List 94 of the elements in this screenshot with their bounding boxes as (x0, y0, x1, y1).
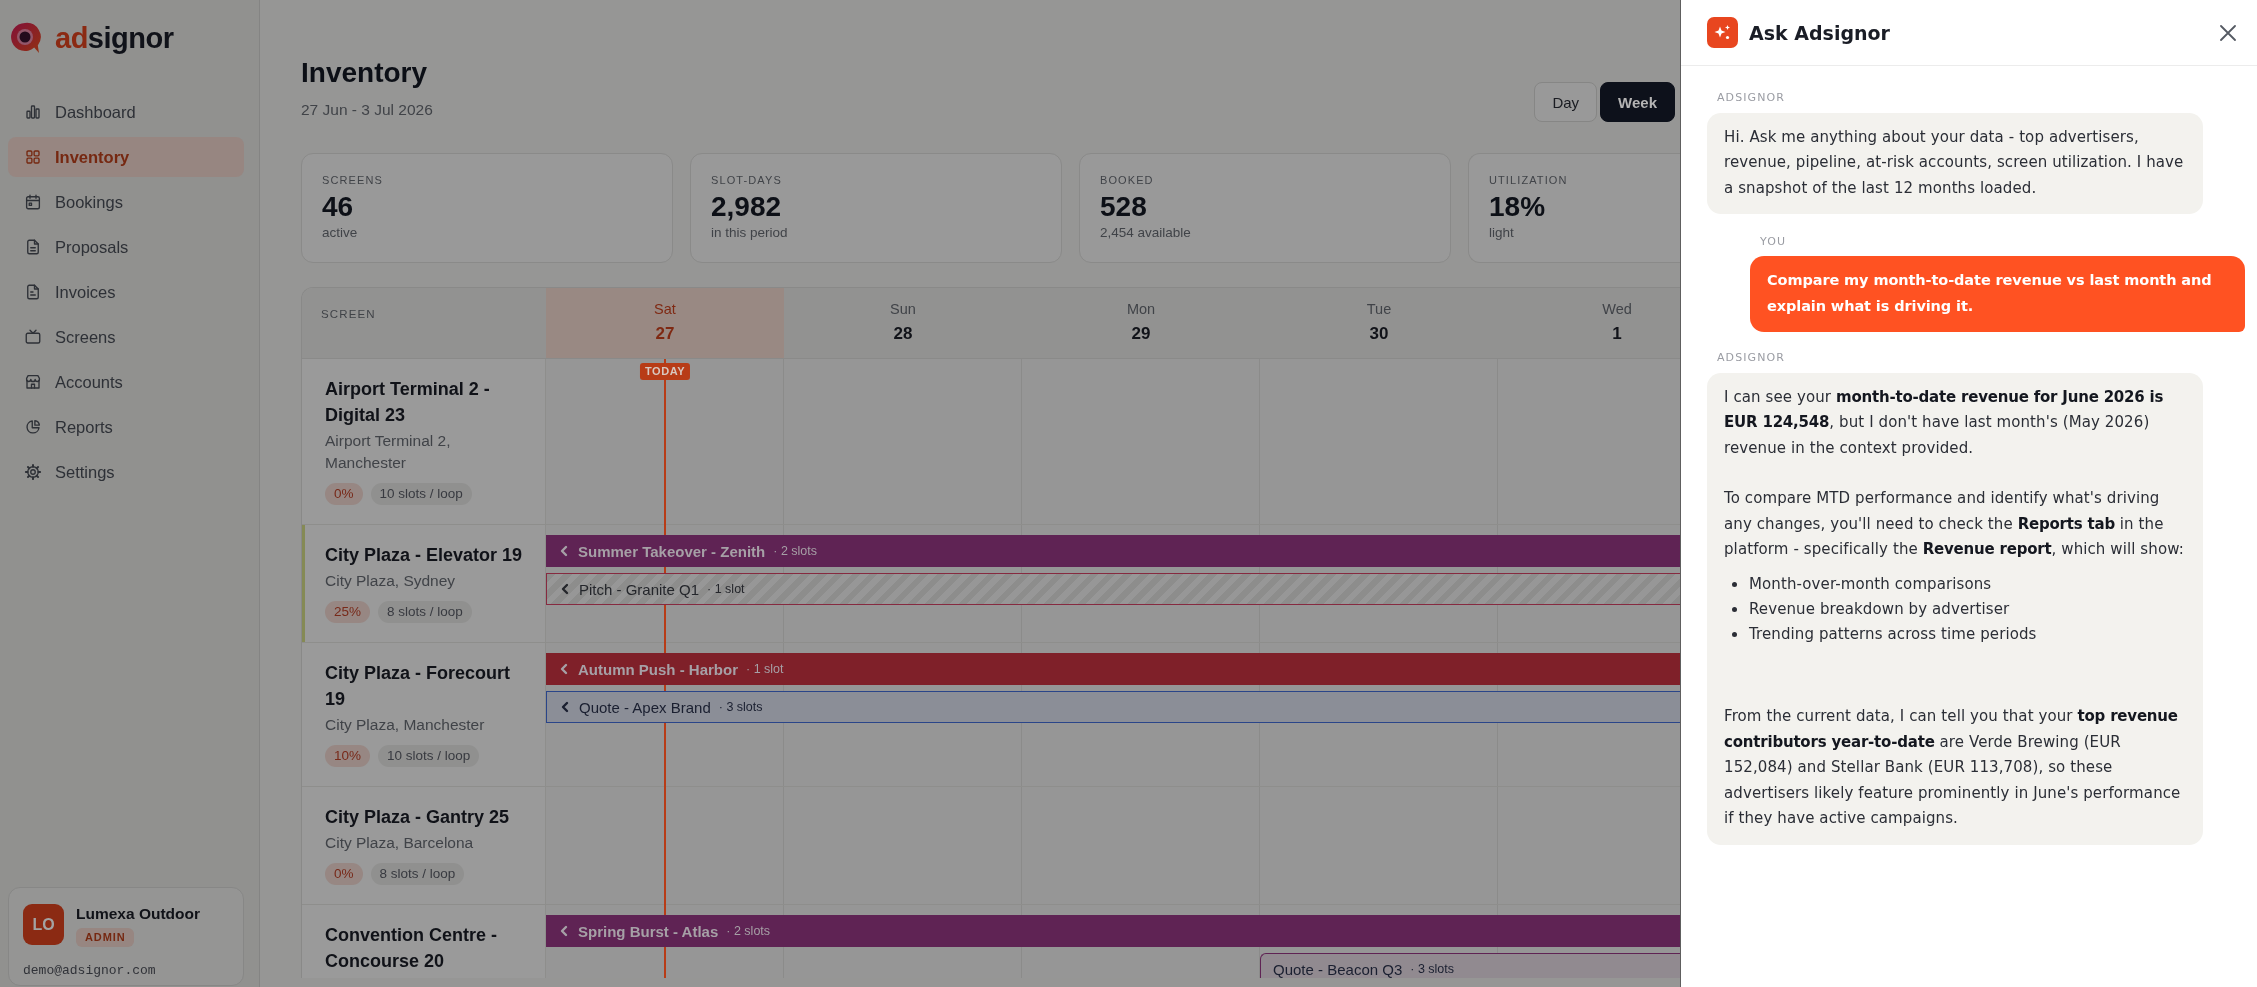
panel-title: Ask Adsignor (1749, 21, 1891, 44)
stat-label: SLOT-DAYS (711, 173, 782, 187)
day-header: Sat 27 (546, 288, 784, 358)
tv-icon (24, 328, 42, 346)
logo-icon (10, 22, 42, 54)
day-header: Wed 1 (1601, 300, 1633, 345)
chevron-left-icon (559, 583, 571, 595)
stat-label: BOOKED (1100, 173, 1154, 187)
capacity-badge: 10 slots / loop (370, 483, 472, 505)
bullet-icon (1732, 582, 1737, 588)
sparkle-icon (1707, 17, 1738, 48)
booking-bar[interactable]: Spring Burst - Atlas · 2 slots (546, 915, 1680, 947)
view-toggle-button[interactable]: Week (1600, 82, 1675, 122)
document-lines-icon (24, 283, 42, 301)
quote-bar[interactable]: Quote - Beacon Q3 · 3 slots (1260, 953, 1680, 978)
stat-note: light (1489, 224, 1514, 241)
stat-note: 2,454 available (1100, 224, 1191, 241)
screen-cell[interactable]: City Plaza - Elevator 19 City Plaza, Sydney 25% 8 slots / loop (302, 525, 546, 642)
proposal-bar[interactable]: Pitch - Granite Q1 · 1 slot (546, 573, 1680, 605)
message-text: Hi. Ask me anything about your data - top advertisers, revenue, pipeline, at-risk accounts, screen utilization. I have a snapshot of the last 12 months loaded. (1724, 127, 2185, 199)
nav-item[interactable]: Accounts (8, 362, 244, 402)
chevron-left-icon (558, 545, 570, 557)
message-text: To compare MTD performance and identify what's driving any changes, you'll need to check the Reports tab in the platform - specifically the Revenue report, which will show: (1724, 488, 2185, 561)
nav-item[interactable]: Reports (8, 407, 244, 447)
screen-name: City Plaza - Forecourt 19 (325, 662, 512, 711)
date-range: 27 Jun - 3 Jul 2026 (301, 100, 433, 120)
account-email: demo@adsignor.com (23, 963, 157, 979)
settings-icon (24, 463, 42, 481)
account-name: Lumexa Outdoor (76, 905, 200, 923)
close-icon[interactable] (2220, 24, 2236, 41)
bar-chart-icon (24, 103, 42, 121)
bullet-icon (1732, 607, 1737, 613)
nav-item[interactable]: Proposals (8, 227, 244, 267)
stat-label: SCREENS (322, 173, 383, 187)
view-toggle-button[interactable]: Day (1534, 82, 1598, 122)
page-title: Inventory (301, 56, 429, 90)
list-item-text: Trending patterns across time periods (1749, 624, 2037, 646)
screen-location: City Plaza, Manchester (325, 715, 485, 735)
message-text: I can see your month-to-date revenue for June 2026 is EUR 124,548, but I don't have last month's (May 2026) revenue in the context provided. (1724, 387, 2165, 459)
nav-item[interactable]: Invoices (8, 272, 244, 312)
day-header: Sun 28 (889, 300, 917, 345)
stat-note: in this period (711, 224, 788, 241)
sender-label: YOU (1760, 235, 1787, 250)
day-header: Mon 29 (1125, 300, 1157, 345)
avatar: LO (23, 904, 64, 945)
stat-label: UTILIZATION (1489, 173, 1568, 187)
stat-note: active (322, 224, 358, 241)
booking-bar[interactable]: Autumn Push - Harbor · 1 slot (546, 653, 1680, 685)
screen-location: City Plaza, Sydney (325, 571, 456, 591)
store-icon (24, 373, 42, 391)
capacity-badge: 8 slots / loop (370, 863, 465, 885)
bullet-icon (1732, 632, 1737, 638)
sender-label: ADSIGNOR (1717, 351, 1786, 366)
screen-location: Airport Terminal 2, Manchester (325, 431, 452, 473)
screen-name: City Plaza - Elevator 19 (325, 544, 523, 567)
capacity-badge: 10 slots / loop (378, 745, 480, 767)
screen-name: Convention Centre - Concourse 20 (325, 924, 498, 973)
calendar-icon (24, 193, 42, 211)
role-badge: ADMIN (76, 928, 135, 947)
list-item-text: Month-over-month comparisons (1749, 574, 1992, 596)
screen-name: City Plaza - Gantry 25 (325, 806, 510, 829)
nav-item[interactable]: Settings (8, 452, 244, 492)
message-text: Compare my month-to-date revenue vs last month and explain what is driving it. (1767, 271, 2213, 316)
grid-icon (24, 148, 42, 166)
sender-label: ADSIGNOR (1717, 91, 1786, 105)
list-item-text: Revenue breakdown by advertiser (1749, 599, 2010, 621)
column-header: SCREEN (321, 308, 376, 320)
document-icon (24, 238, 42, 256)
nav-item[interactable]: Dashboard (8, 92, 244, 132)
nav-item[interactable]: Screens (8, 317, 244, 357)
utilization-badge: 0% (325, 863, 363, 885)
screen-location: City Plaza, Barcelona (325, 833, 474, 853)
day-header: Tue 30 (1365, 300, 1393, 345)
logo-wordmark: adsignor (55, 22, 174, 54)
utilization-badge: 0% (325, 483, 363, 505)
message-text: From the current data, I can tell you that your top revenue contributors year-to-date are Verde Brewing (EUR 152,084) and Stellar Bank (EUR 113,708), so these advertisers likely feature prominently in June's performance if they have active campaigns. (1724, 706, 2182, 830)
utilization-badge: 10% (325, 745, 371, 767)
capacity-badge: 8 slots / loop (378, 601, 472, 623)
booking-bar[interactable]: Summer Takeover - Zenith · 2 slots (546, 535, 1680, 567)
today-badge: TODAY (640, 363, 690, 380)
nav-item[interactable]: Bookings (8, 182, 244, 222)
chevron-left-icon (558, 925, 570, 937)
nav-item[interactable]: Inventory (8, 137, 244, 177)
stat-value: 2,982 (711, 191, 782, 223)
chevron-left-icon (558, 663, 570, 675)
quote-bar[interactable]: Quote - Apex Brand · 3 slots (546, 691, 1680, 723)
account-card[interactable]: LO Lumexa Outdoor ADMIN demo@adsignor.com (8, 887, 244, 986)
chevron-left-icon (559, 701, 571, 713)
utilization-badge: 25% (325, 601, 371, 623)
screen-name: Airport Terminal 2 - Digital 23 (325, 378, 491, 427)
pie-chart-icon (24, 418, 42, 436)
stat-value: 528 (1100, 191, 1147, 223)
stat-value: 46 (322, 191, 354, 223)
stat-value: 18% (1489, 191, 1546, 223)
